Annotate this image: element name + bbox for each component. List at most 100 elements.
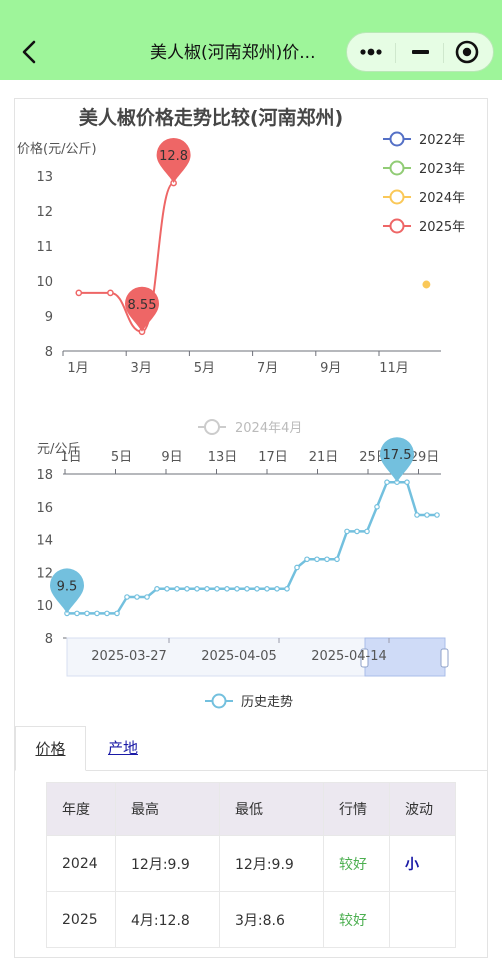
data-point — [75, 289, 83, 297]
cell-volatility: 小 — [389, 835, 456, 892]
data-point — [184, 586, 190, 592]
series-line — [67, 480, 437, 615]
table-row: 2025 4月:12.8 3月:8.6 较好 — [46, 891, 456, 948]
y-tick-label: 8 — [45, 345, 53, 360]
cell-year: 2025 — [46, 891, 116, 948]
x-tick-label: 13日 — [208, 450, 238, 465]
data-point — [74, 610, 80, 617]
y-tick-label: 16 — [36, 501, 53, 516]
data-point — [84, 610, 90, 617]
data-point — [114, 610, 120, 617]
data-point — [154, 586, 160, 592]
x-tick-label: 29日 — [410, 450, 440, 465]
cell-volatility — [389, 891, 456, 948]
data-point — [144, 594, 150, 600]
cell-year: 2024 — [46, 835, 116, 892]
data-point — [104, 610, 110, 617]
y-tick-label: 18 — [36, 468, 53, 483]
content-panel: 美人椒价格走势比较(河南郑州) 价格(元/公斤) 8 9 10 11 12 13 1月 3月 5… — [14, 98, 488, 958]
data-point — [134, 594, 140, 600]
page-title: 美人椒(河南郑州)价... — [150, 43, 316, 63]
data-point — [174, 586, 180, 592]
datazoom-handle-right — [440, 648, 449, 668]
x-tick-label: 17日 — [258, 450, 288, 465]
tab-origin[interactable]: 产地 — [95, 726, 151, 770]
y-tick-label: 13 — [36, 170, 53, 185]
legend-label: 历史走势 — [241, 694, 293, 710]
y-tick-label: 12 — [36, 205, 53, 220]
marker-label: 12.8 — [159, 149, 188, 164]
data-point — [354, 528, 360, 535]
cell-max: 12月:9.9 — [115, 835, 220, 892]
header-volatility: 波动 — [389, 782, 456, 836]
data-point — [274, 586, 280, 592]
y-tick-label: 12 — [36, 566, 53, 581]
data-point — [124, 594, 130, 600]
marker-label: 17.5 — [383, 448, 412, 463]
y-axis-label: 价格(元/公斤) — [17, 141, 97, 157]
cell-max: 4月:12.8 — [115, 891, 220, 948]
data-point — [244, 586, 250, 592]
x-tick-label: 9日 — [161, 450, 182, 465]
data-point — [224, 586, 230, 592]
data-point — [164, 586, 170, 592]
minimize-icon — [412, 50, 429, 54]
y-tick-label: 11 — [36, 240, 53, 255]
y-tick-label: 10 — [36, 599, 53, 614]
legend-label: 2023年 — [419, 162, 465, 177]
price-comparison-chart: 美人椒价格走势比较(河南郑州) 价格(元/公斤) 8 9 10 11 12 13 1月 3月 5… — [17, 106, 465, 376]
marker-label: 8.55 — [128, 298, 157, 313]
datazoom-label: 2025-03-27 — [91, 649, 167, 664]
x-tick-label: 1月 — [67, 361, 88, 376]
data-point — [404, 479, 410, 486]
marker-label: 9.5 — [57, 579, 78, 594]
x-tick-label: 9月 — [320, 361, 341, 376]
datazoom-label: 2025-04-05 — [201, 649, 277, 664]
legend-marker — [389, 218, 405, 234]
x-tick-label: 7月 — [257, 361, 278, 376]
more-dots-icon — [360, 48, 382, 56]
data-point — [422, 280, 431, 289]
legend-label: 2024年4月 — [235, 421, 302, 436]
legend-marker — [211, 693, 227, 709]
data-point — [364, 528, 370, 535]
y-tick-label: 9 — [45, 310, 53, 325]
x-tick-label: 1日 — [60, 450, 81, 465]
x-tick-label: 5日 — [111, 450, 132, 465]
tab-price[interactable]: 价格 — [15, 726, 86, 771]
data-point — [434, 512, 440, 518]
data-point — [294, 564, 300, 571]
cell-min: 12月:9.9 — [219, 835, 324, 892]
x-tick-label: 3月 — [131, 361, 152, 376]
data-point — [344, 528, 350, 535]
header-year: 年度 — [46, 782, 116, 836]
chart-title: 美人椒价格走势比较(河南郑州) — [79, 106, 343, 129]
legend-label: 2025年 — [419, 220, 465, 235]
data-point — [94, 610, 100, 617]
data-point — [324, 556, 330, 563]
x-tick-label: 11月 — [379, 361, 409, 376]
legend-marker — [389, 131, 405, 147]
data-point — [284, 586, 290, 592]
table-row: 2024 12月:9.9 12月:9.9 较好 小 — [46, 835, 456, 892]
data-point — [304, 556, 310, 563]
data-point — [414, 512, 420, 518]
data-point — [204, 586, 210, 592]
history-trend-chart: 2024年4月 元/公斤 810121416181日 5日 9日 13日 17日 21日 2… — [36, 419, 449, 710]
legend-marker — [389, 160, 405, 176]
back-arrow-icon[interactable] — [18, 38, 40, 66]
data-point — [334, 556, 340, 563]
data-point — [264, 586, 270, 592]
header-max: 最高 — [115, 782, 220, 836]
header-min: 最低 — [219, 782, 324, 836]
minimize-button[interactable] — [396, 33, 444, 71]
y-tick-label: 14 — [36, 534, 53, 549]
cell-min: 3月:8.6 — [219, 891, 324, 948]
legend-label: 2024年 — [419, 191, 465, 206]
mini-program-capsule — [346, 32, 494, 72]
more-menu-button[interactable] — [347, 33, 395, 71]
close-button[interactable] — [444, 33, 492, 71]
legend-label: 2022年 — [419, 133, 465, 148]
data-point — [214, 586, 220, 592]
cell-market: 较好 — [323, 891, 390, 948]
